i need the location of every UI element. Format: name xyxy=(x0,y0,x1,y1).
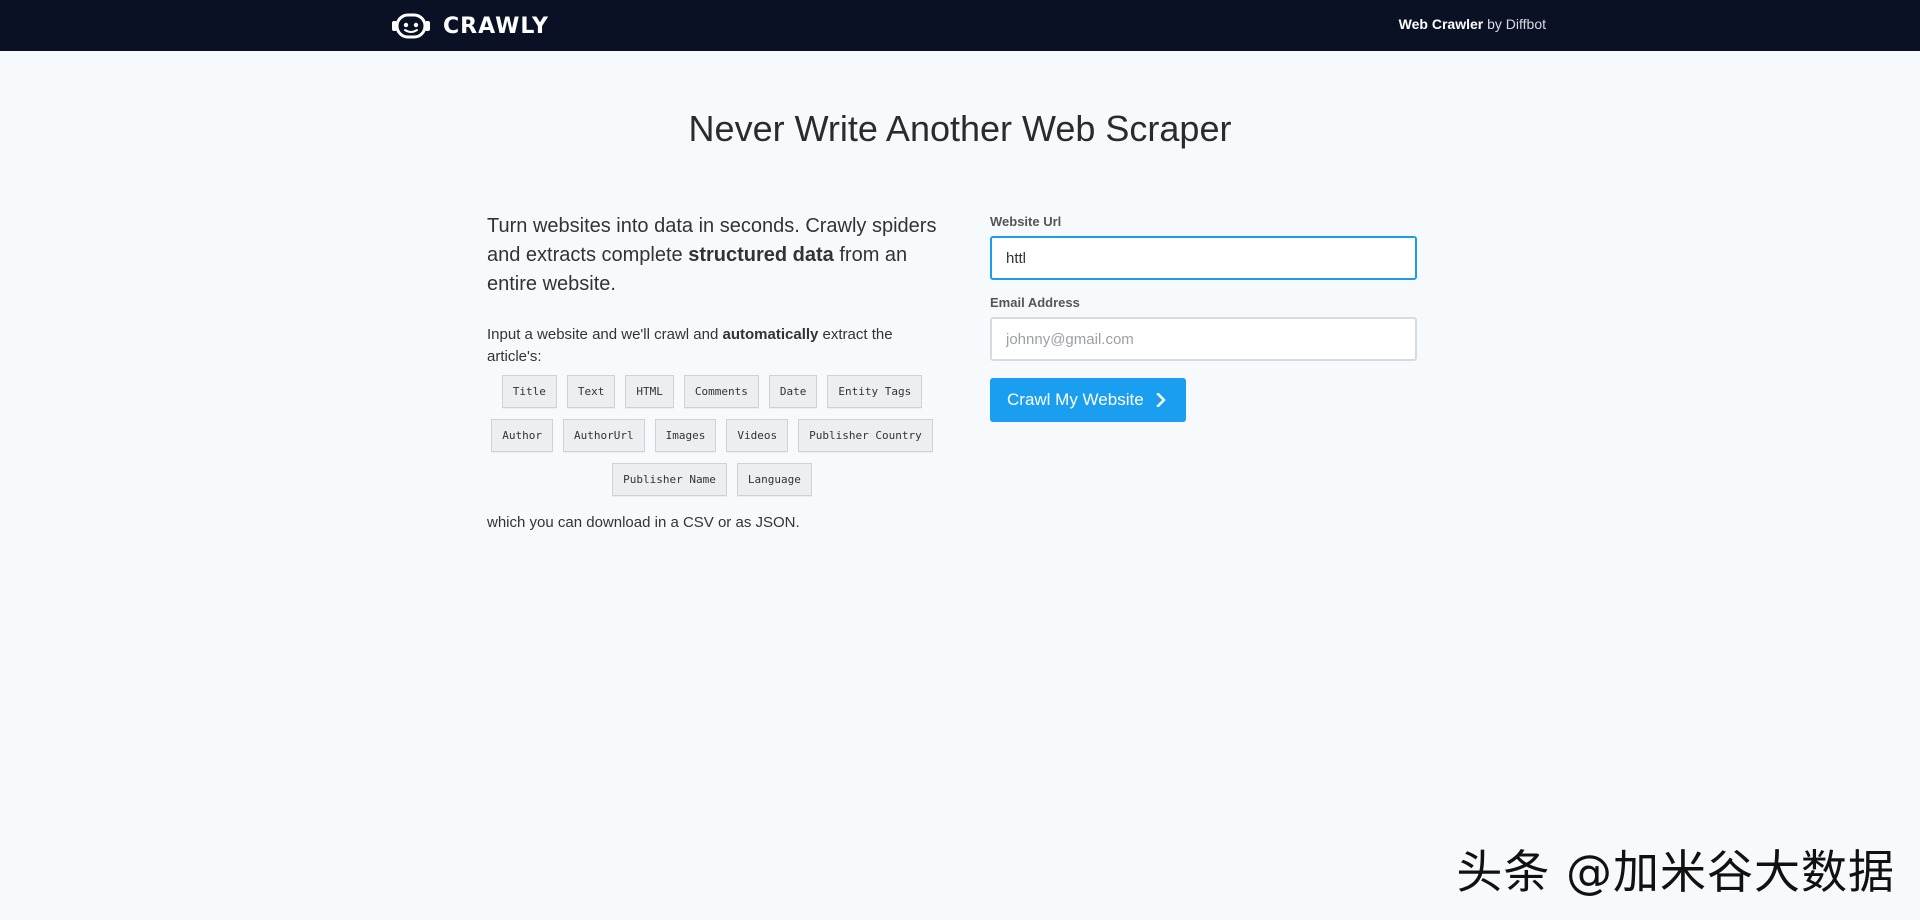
watermark-text: 头条 @加米谷大数据 xyxy=(1456,845,1895,899)
tag-author: Author xyxy=(491,419,554,452)
crawl-form: Website Url Email Address Crawl My Websi… xyxy=(990,214,1417,422)
tag-comments: Comments xyxy=(683,375,759,408)
intro-section: Turn websites into data in seconds. Craw… xyxy=(487,212,937,368)
url-label: Website Url xyxy=(990,214,1062,229)
tag-entity-tags: Entity Tags xyxy=(827,375,923,408)
intro-sub-bold: automatically xyxy=(722,326,819,343)
email-input[interactable] xyxy=(990,317,1417,361)
tag-publisher-country: Publisher Country xyxy=(798,419,933,452)
intro-sub: Input a website and we'll crawl and auto… xyxy=(487,324,937,368)
field-tags: Title Text HTML Comments Date Entity Tag… xyxy=(487,375,937,496)
email-field-group: Email Address xyxy=(990,295,1417,361)
tag-text: Text xyxy=(566,375,616,408)
robot-head-icon xyxy=(392,13,430,39)
brand-name: Web Crawler xyxy=(1398,16,1484,32)
url-field-group: Website Url xyxy=(990,214,1417,280)
tag-title: Title xyxy=(501,375,557,408)
chevron-right-icon xyxy=(1156,393,1165,407)
email-label: Email Address xyxy=(990,295,1080,310)
tag-videos: Videos xyxy=(726,419,789,452)
website-url-input[interactable] xyxy=(990,236,1417,280)
logo-text: CRAWLY xyxy=(443,13,549,39)
tag-publisher-name: Publisher Name xyxy=(612,463,727,496)
tag-language: Language xyxy=(736,463,812,496)
tag-images: Images xyxy=(654,419,717,452)
intro-sub-part1: Input a website and we'll crawl and xyxy=(487,326,723,343)
tag-html: HTML xyxy=(625,375,674,408)
brand-byline: by Diffbot xyxy=(1487,16,1546,32)
tag-date: Date xyxy=(768,375,818,408)
crawly-logo[interactable]: CRAWLY xyxy=(389,12,549,40)
intro-lead: Turn websites into data in seconds. Craw… xyxy=(487,212,937,299)
brand-link[interactable]: Web Crawler by Diffbot xyxy=(1399,16,1546,32)
crawl-button-label: Crawl My Website xyxy=(1007,390,1144,409)
crawl-my-website-button[interactable]: Crawl My Website xyxy=(990,378,1186,422)
page-title: Never Write Another Web Scraper xyxy=(688,108,1232,149)
tag-author-url: AuthorUrl xyxy=(563,419,645,452)
download-note: which you can download in a CSV or as JS… xyxy=(487,514,800,531)
intro-lead-bold: structured data xyxy=(688,244,834,266)
top-navbar: CRAWLY Web Crawler by Diffbot xyxy=(0,0,1920,51)
